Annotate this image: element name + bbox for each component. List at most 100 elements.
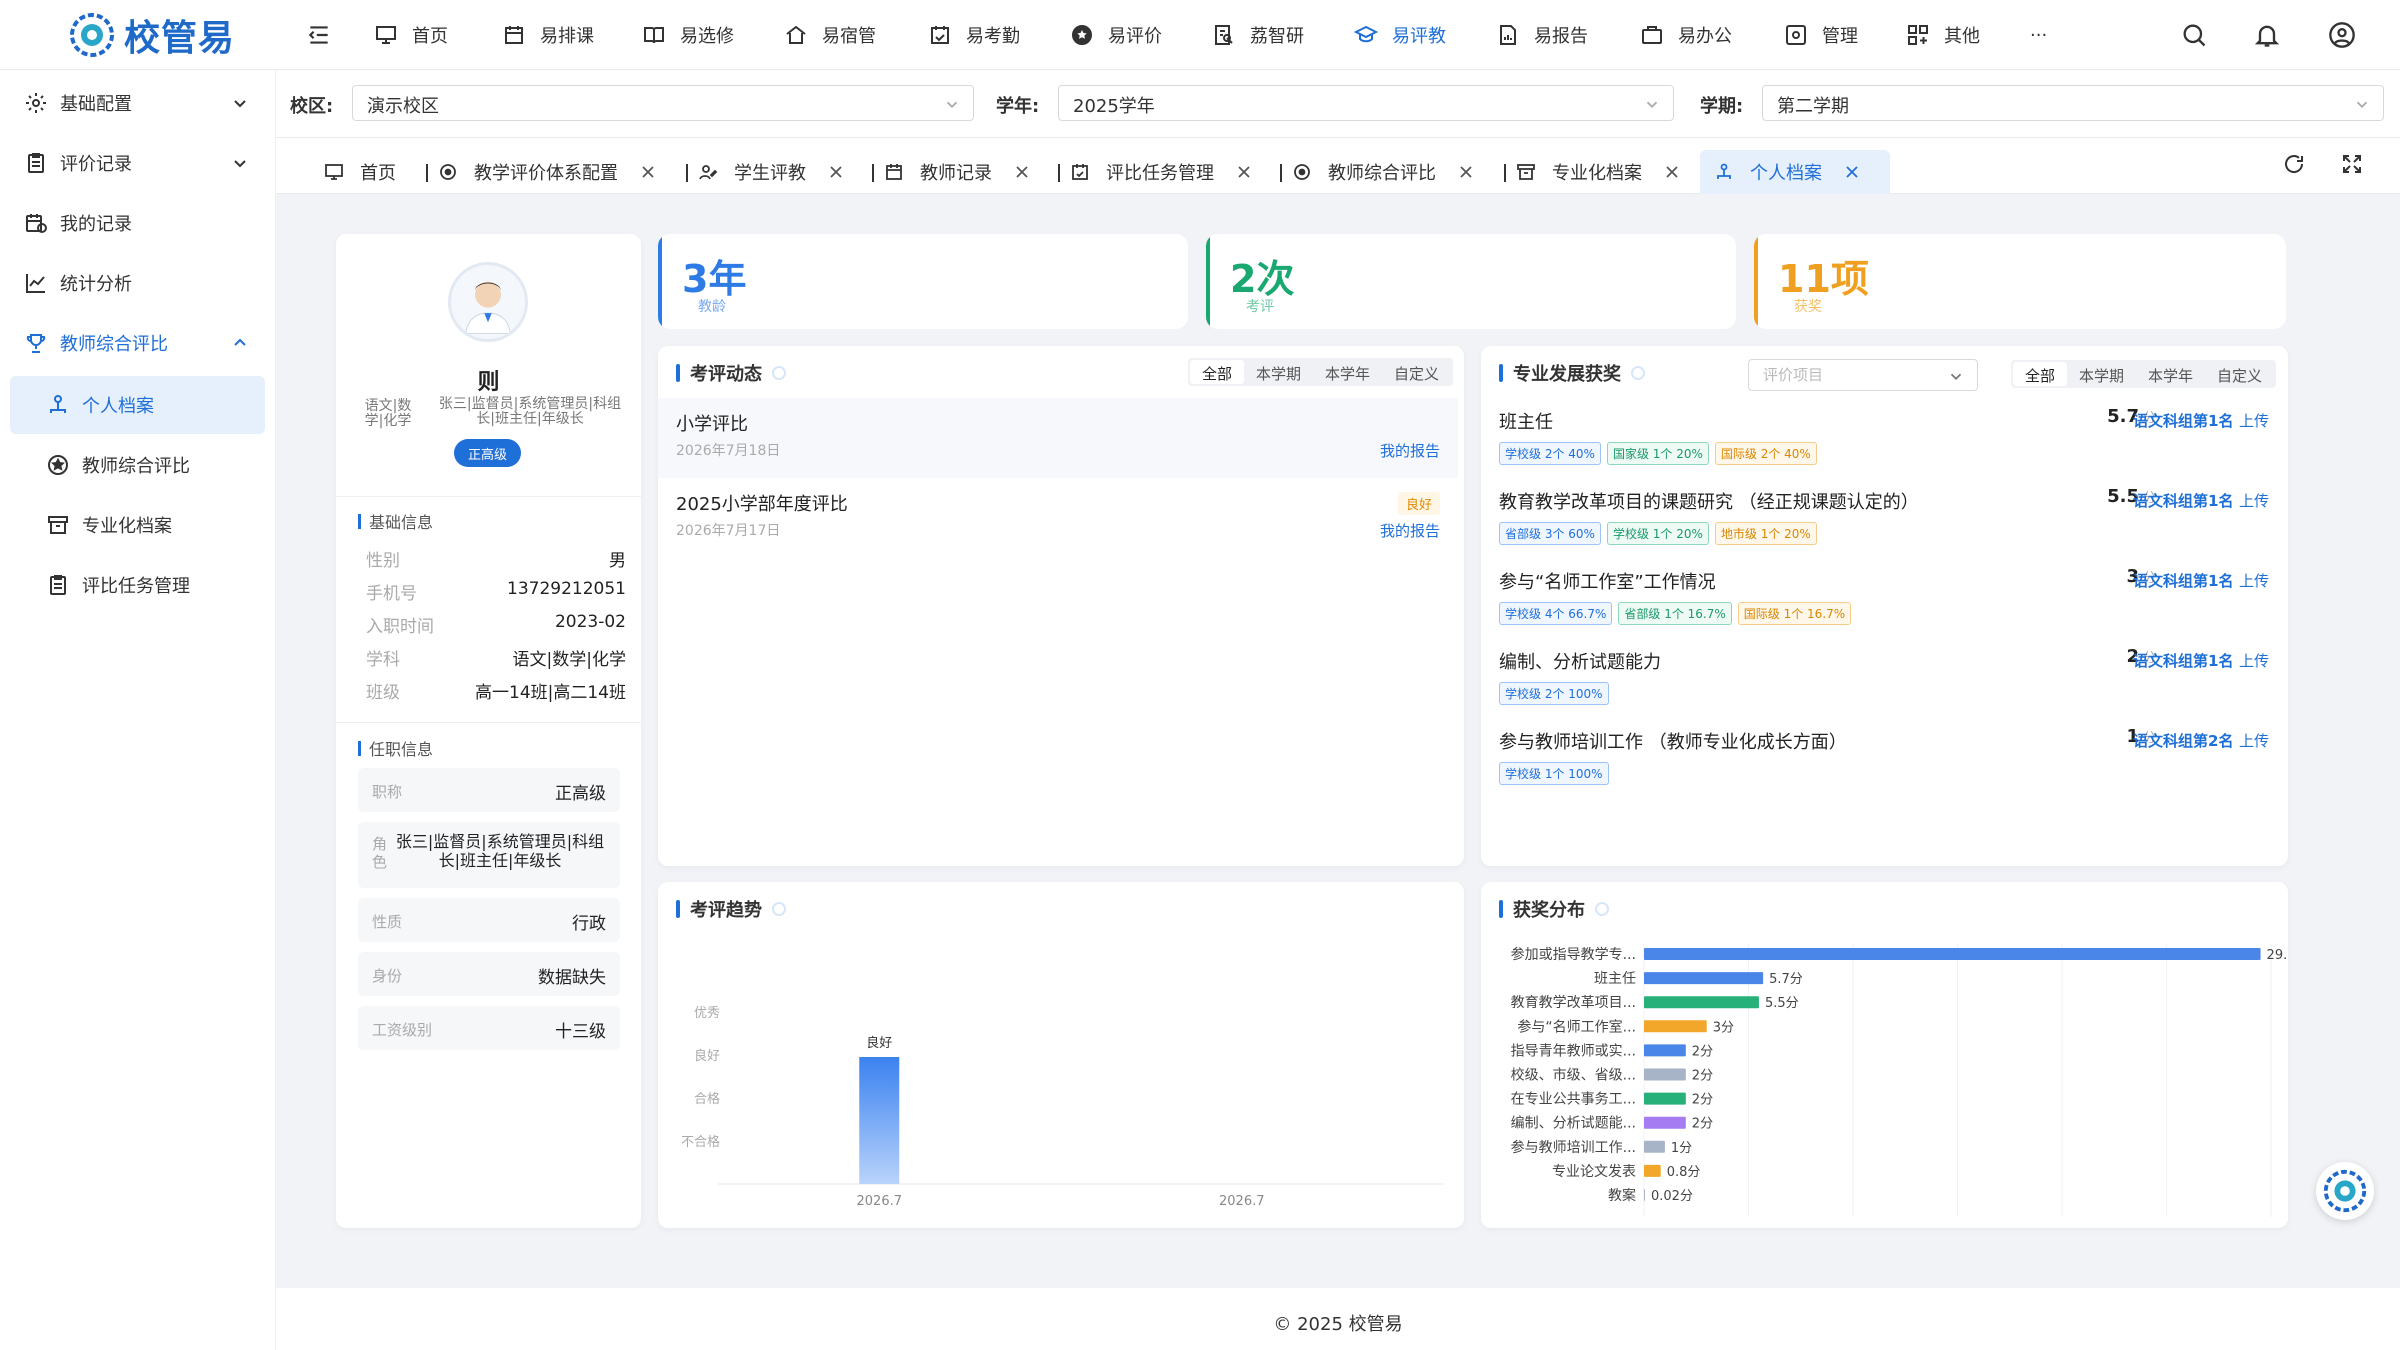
stat-label: 教龄 — [698, 299, 726, 315]
segment-all[interactable]: 全部 — [2013, 362, 2068, 386]
upload-link[interactable]: 上传 — [2239, 570, 2269, 591]
tab-student-eval[interactable]: 学生评教 — [686, 150, 860, 194]
tab-label: 专业化档案 — [1552, 163, 1642, 184]
distribution-bar[interactable] — [1644, 1044, 1686, 1057]
menu-collapse-icon[interactable] — [306, 22, 332, 48]
distribution-bar[interactable] — [1644, 1164, 1661, 1177]
tab-teacher-comprehensive[interactable]: 教师综合评比 — [1280, 150, 1490, 194]
fullscreen-icon[interactable] — [2340, 152, 2364, 176]
segment-year[interactable]: 本学年 — [2136, 362, 2205, 386]
refresh-icon[interactable] — [2282, 152, 2306, 176]
close-icon[interactable] — [1458, 164, 1474, 180]
distribution-bar[interactable] — [1644, 1068, 1686, 1081]
sidebar-item-teacher-comprehensive[interactable]: 教师综合评比 — [0, 436, 276, 494]
monitor-icon — [374, 23, 398, 47]
upload-link[interactable]: 上传 — [2239, 490, 2269, 511]
award-level-chip: 学校级 4个 66.7% — [1499, 602, 1613, 625]
nav-item[interactable]: 易评教 — [1354, 0, 1446, 70]
sidebar-item-basic-config[interactable]: 基础配置 — [0, 74, 276, 132]
tab-eval-system-config[interactable]: 教学评价体系配置 — [426, 150, 672, 194]
tab-home[interactable]: 首页 — [324, 150, 396, 194]
upload-link[interactable]: 上传 — [2239, 410, 2269, 431]
my-report-link[interactable]: 我的报告 — [1380, 440, 1440, 461]
tab-personal-file[interactable]: 个人档案 — [1700, 150, 1890, 194]
award-level-chip: 省部级 1个 16.7% — [1618, 602, 1732, 625]
nav-item[interactable]: 易宿管 — [784, 0, 876, 70]
award-rank-link[interactable]: 语文科组第1名 — [2133, 410, 2233, 431]
nav-item[interactable]: 易报告 — [1496, 0, 1588, 70]
distribution-bar[interactable] — [1644, 1189, 1645, 1201]
assistant-floating-button[interactable] — [2316, 1162, 2374, 1220]
sidebar-item-task-management[interactable]: 评比任务管理 — [0, 556, 276, 614]
close-icon[interactable] — [1236, 164, 1252, 180]
nav-item[interactable]: 其他 — [1906, 0, 1980, 70]
search-icon[interactable] — [2180, 21, 2208, 49]
tab-label: 教师记录 — [920, 163, 992, 184]
awards-list[interactable]: 班主任 5.7 分语文科组第1名 上传 学校级 2个 40% 国家级 1个 20% 国际级 … — [1481, 398, 2288, 806]
y-level-label: 不合格 — [681, 1134, 720, 1150]
event-date: 2026年7月18日 — [676, 443, 781, 459]
stat-label: 考评 — [1246, 299, 1274, 315]
distribution-bar[interactable] — [1644, 1092, 1686, 1105]
upload-link[interactable]: 上传 — [2239, 650, 2269, 671]
event-item[interactable]: 2025小学部年度评比 良好 2026年7月17日 我的报告 — [658, 478, 1458, 558]
distribution-bar[interactable] — [1644, 1020, 1707, 1033]
nav-more[interactable]: ··· — [2030, 0, 2047, 70]
tab-task-management[interactable]: 评比任务管理 — [1058, 150, 1268, 194]
term-label: 学期: — [1700, 96, 1744, 117]
person-tree-icon — [46, 393, 70, 417]
nav-item[interactable]: 管理 — [1784, 0, 1858, 70]
nav-item[interactable]: 首页 — [374, 0, 448, 70]
sidebar-item-eval-records[interactable]: 评价记录 — [0, 134, 276, 192]
nav-item[interactable]: 易考勤 — [928, 0, 1020, 70]
event-item[interactable]: 小学评比 2026年7月18日 我的报告 — [658, 398, 1458, 478]
segment-term[interactable]: 本学期 — [2067, 362, 2136, 386]
award-rank-link[interactable]: 语文科组第1名 — [2133, 490, 2233, 511]
segment-term[interactable]: 本学期 — [1244, 360, 1313, 384]
term-select-value: 第二学期 — [1777, 96, 1849, 117]
calendar-record-icon — [24, 211, 48, 235]
close-icon[interactable] — [640, 164, 656, 180]
close-icon[interactable] — [1844, 164, 1860, 180]
tab-teacher-records[interactable]: 教师记录 — [872, 150, 1046, 194]
nav-item[interactable]: 易排课 — [502, 0, 594, 70]
sidebar-item-my-records[interactable]: 我的记录 — [0, 194, 276, 252]
eval-item-select[interactable]: 评价项目 — [1748, 359, 1978, 391]
app-logo[interactable]: 校管易 — [66, 6, 244, 64]
distribution-bar[interactable] — [1644, 1116, 1686, 1129]
my-report-link[interactable]: 我的报告 — [1380, 520, 1440, 541]
distribution-bar[interactable] — [1644, 996, 1759, 1009]
nav-item[interactable]: 荔智研 — [1212, 0, 1304, 70]
segment-custom[interactable]: 自定义 — [2205, 362, 2274, 386]
sidebar-item-personal-file[interactable]: 个人档案 — [10, 376, 265, 434]
tab-professional-archive[interactable]: 专业化档案 — [1504, 150, 1696, 194]
distribution-bar[interactable] — [1644, 1140, 1665, 1153]
campus-select[interactable]: 演示校区 — [352, 85, 974, 121]
close-icon[interactable] — [1014, 164, 1030, 180]
sidebar-item-teacher-evaluation[interactable]: 教师综合评比 — [0, 314, 276, 372]
year-select[interactable]: 2025学年 — [1058, 85, 1674, 121]
upload-link[interactable]: 上传 — [2239, 730, 2269, 751]
term-select[interactable]: 第二学期 — [1762, 85, 2384, 121]
sidebar-item-professional-archive[interactable]: 专业化档案 — [0, 496, 276, 554]
category-label: 在专业公共事务工... — [1511, 1092, 1636, 1108]
year-select-value: 2025学年 — [1073, 96, 1155, 117]
nav-item[interactable]: 易选修 — [642, 0, 734, 70]
distribution-bar[interactable] — [1644, 948, 2261, 960]
award-rank-link[interactable]: 语文科组第1名 — [2133, 650, 2233, 671]
segment-all[interactable]: 全部 — [1190, 360, 1245, 384]
segment-year[interactable]: 本学年 — [1313, 360, 1382, 384]
close-icon[interactable] — [1664, 164, 1680, 180]
segment-custom[interactable]: 自定义 — [1382, 360, 1451, 384]
trend-bar[interactable] — [859, 1057, 900, 1184]
award-rank-link[interactable]: 语文科组第1名 — [2133, 570, 2233, 591]
bell-icon[interactable] — [2253, 21, 2281, 49]
nav-item[interactable]: 易评价 — [1070, 0, 1162, 70]
nav-item[interactable]: 易办公 — [1640, 0, 1732, 70]
distribution-bar[interactable] — [1644, 972, 1764, 985]
user-account-icon[interactable] — [2328, 21, 2356, 49]
calendar-icon — [502, 23, 526, 47]
sidebar-item-statistics[interactable]: 统计分析 — [0, 254, 276, 312]
close-icon[interactable] — [828, 164, 844, 180]
award-rank-link[interactable]: 语文科组第2名 — [2133, 730, 2233, 751]
